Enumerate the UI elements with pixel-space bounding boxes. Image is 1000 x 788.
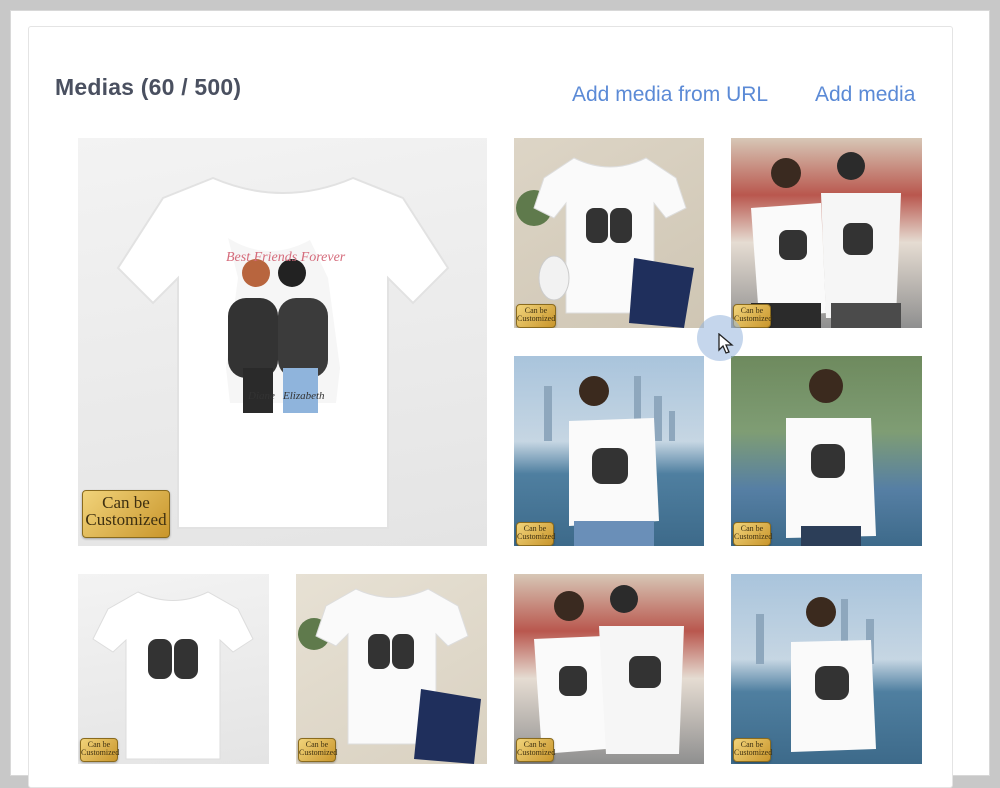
customized-badge: Can be Customized	[80, 738, 119, 762]
customized-badge: Can be Customized	[516, 522, 555, 546]
media-tile-5[interactable]: Can be Customized	[731, 356, 922, 546]
customized-badge: Can be Customized	[516, 738, 555, 762]
print-name-left: Diane	[248, 390, 275, 402]
mouse-pointer-icon	[718, 333, 734, 354]
media-tile-4[interactable]: Can be Customized	[514, 356, 704, 546]
couple-photo	[751, 152, 901, 328]
woman-city-photo	[756, 597, 876, 752]
media-tile-7[interactable]: Can be Customized	[296, 574, 487, 764]
customized-badge: Can be Customized	[733, 738, 772, 762]
media-section-title: Medias (60 / 500)	[55, 74, 242, 100]
man-outdoor-photo	[786, 369, 876, 546]
tshirt-image	[116, 176, 450, 529]
media-tile-8[interactable]: Can be Customized	[514, 574, 704, 764]
couple-photo	[534, 585, 684, 754]
media-tile-6[interactable]: Can be Customized	[78, 574, 269, 764]
media-tile-9[interactable]: Can be Customized	[731, 574, 922, 764]
customized-badge: Can be Customized	[298, 738, 337, 762]
tshirt-image	[92, 591, 254, 760]
add-media-from-url-link[interactable]: Add media from URL	[572, 83, 768, 107]
customized-badge: Can be Customized	[516, 304, 556, 328]
tshirt-image	[298, 588, 481, 764]
print-name-right: Elizabeth	[283, 390, 325, 402]
media-tile-3[interactable]: Can be Customized	[731, 138, 922, 328]
media-tile-2[interactable]: Can be Customized	[514, 138, 704, 328]
woman-city-photo	[544, 376, 675, 546]
media-tile-1[interactable]: Best Friends Forever Diane Elizabeth Can…	[78, 138, 487, 546]
customized-badge: Can be Customized	[733, 522, 772, 546]
print-title: Best Friends Forever	[226, 250, 346, 265]
add-media-link[interactable]: Add media	[815, 83, 915, 107]
customized-badge: Can be Customized	[82, 490, 170, 538]
tshirt-image	[516, 157, 694, 328]
